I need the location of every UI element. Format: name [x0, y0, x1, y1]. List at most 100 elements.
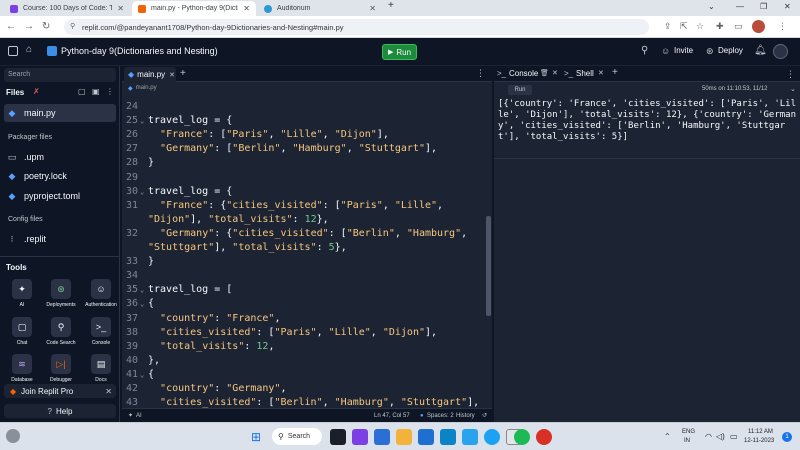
- clock-time[interactable]: 11:12 AM: [748, 429, 773, 435]
- file-poetry-lock[interactable]: ◆ poetry.lock: [6, 170, 67, 182]
- code-line[interactable]: 27 "Germany": ["Berlin", "Hamburg", "Stu…: [122, 142, 490, 156]
- zoom-icon[interactable]: [462, 429, 478, 445]
- back-icon[interactable]: ←: [6, 21, 16, 32]
- new-editor-tab-icon[interactable]: +: [180, 68, 186, 79]
- forward-icon[interactable]: →: [24, 21, 34, 32]
- teams-chat-icon[interactable]: [352, 429, 368, 445]
- battery-icon[interactable]: ▭: [730, 432, 738, 441]
- run-meta-chevron-icon[interactable]: ⌄: [790, 85, 796, 93]
- console-output[interactable]: [{'country': 'France', 'cities_visited':…: [498, 99, 796, 143]
- tools-header[interactable]: Tools: [6, 263, 27, 272]
- file-pyproject-toml[interactable]: ◆ pyproject.toml: [6, 190, 81, 202]
- volume-icon[interactable]: ◁): [716, 432, 725, 441]
- editor-scrollbar[interactable]: [486, 216, 491, 316]
- windows-start-icon[interactable]: ⊞: [251, 430, 261, 444]
- code-line[interactable]: 26 "France": ["Paris", "Lille", "Dijon"]…: [122, 128, 490, 142]
- home-icon[interactable]: ⌂: [26, 44, 32, 55]
- window-close-icon[interactable]: ✕: [784, 2, 791, 11]
- file-upm[interactable]: ▭ .upm: [6, 151, 44, 163]
- tab-console[interactable]: Console: [509, 69, 538, 78]
- tool-chat[interactable]: ▢ Chat: [5, 317, 39, 346]
- spotify-icon[interactable]: [514, 429, 530, 445]
- join-replit-pro-button[interactable]: ◆ Join Replit Pro ✕: [4, 384, 116, 398]
- code-line[interactable]: 35 ⌄ travel_log = [: [122, 283, 490, 297]
- code-line[interactable]: 30 ⌄ travel_log = {: [122, 185, 490, 199]
- tool-database[interactable]: ≋ Database: [5, 354, 39, 383]
- files-header[interactable]: Files: [6, 88, 24, 97]
- chrome-browser-icon[interactable]: [536, 429, 552, 445]
- language-top[interactable]: ENG: [682, 429, 695, 435]
- app-icon[interactable]: [440, 429, 456, 445]
- dismiss-icon[interactable]: ✕: [105, 387, 112, 396]
- reload-icon[interactable]: ↻: [42, 21, 50, 32]
- code-line[interactable]: 28}: [122, 156, 490, 170]
- file-explorer-icon[interactable]: [396, 429, 412, 445]
- close-icon[interactable]: ✕: [369, 4, 376, 13]
- show-hidden-icons-chevron-icon[interactable]: ⌃: [664, 432, 671, 441]
- clear-console-icon[interactable]: 🗑︎: [540, 69, 549, 77]
- indentation-setting[interactable]: Spaces: 2: [427, 413, 454, 419]
- edge-browser-icon[interactable]: [484, 429, 500, 445]
- code-line[interactable]: 34: [122, 269, 490, 283]
- browser-menu-icon[interactable]: ⋮: [778, 21, 787, 32]
- extensions-icon[interactable]: ✚: [716, 21, 724, 32]
- ai-status[interactable]: AI: [136, 413, 142, 419]
- install-app-icon[interactable]: ⇪: [664, 21, 672, 32]
- tool-deployments[interactable]: ⊛ Deployments: [44, 279, 78, 308]
- invite-button[interactable]: Invite: [674, 46, 693, 55]
- code-line[interactable]: 38 "cities_visited": ["Paris", "Lille", …: [122, 326, 490, 340]
- more-options-icon[interactable]: ⋮: [476, 68, 485, 79]
- fold-chevron-icon[interactable]: ⌄: [140, 297, 148, 311]
- chevron-down-icon[interactable]: ⌄: [196, 46, 203, 55]
- repl-name[interactable]: Python-day 9(Dictionaries and Nesting): [61, 46, 218, 56]
- code-line[interactable]: 24: [122, 100, 490, 114]
- new-console-tab-icon[interactable]: +: [612, 67, 618, 78]
- tool-authentication[interactable]: ☺ Authentication: [84, 279, 118, 308]
- tab-shell[interactable]: Shell: [576, 69, 594, 78]
- close-icon[interactable]: ✕: [552, 69, 558, 77]
- file-main-py[interactable]: ◆ main.py: [6, 107, 56, 119]
- code-line[interactable]: 40},: [122, 354, 490, 368]
- code-line[interactable]: 33}: [122, 255, 490, 269]
- tool-ai[interactable]: ✦ AI: [5, 279, 39, 308]
- code-line[interactable]: "Stuttgart"], "total_visits": 5},: [122, 241, 490, 255]
- new-tab-button[interactable]: +: [388, 0, 394, 11]
- file-replit[interactable]: ⁝ .replit: [6, 233, 46, 245]
- code-line[interactable]: 42 "country": "Germany",: [122, 382, 490, 396]
- weather-widget-icon[interactable]: [6, 429, 20, 443]
- sidebar-panel-icon[interactable]: ▭: [734, 21, 743, 32]
- close-icon[interactable]: ✕: [243, 4, 250, 13]
- code-line[interactable]: 37 "country": "France",: [122, 312, 490, 326]
- site-info-icon[interactable]: ⚲: [70, 22, 75, 30]
- tool-debugger[interactable]: ▷| Debugger: [44, 354, 78, 383]
- restore-icon[interactable]: ❐: [760, 2, 767, 11]
- tool-docs[interactable]: ▤ Docs: [84, 354, 118, 383]
- url-field[interactable]: ⚲ replit.com/@pandeyanant1708/Python-day…: [64, 19, 649, 35]
- fold-chevron-icon[interactable]: ⌄: [140, 368, 148, 382]
- sidebar-toggle-icon[interactable]: [8, 46, 18, 56]
- run-button[interactable]: ▶ Run: [382, 44, 417, 60]
- bookmark-star-icon[interactable]: ☆: [696, 21, 704, 32]
- fold-chevron-icon[interactable]: ⌄: [140, 185, 148, 199]
- close-icon[interactable]: ✕: [598, 69, 604, 77]
- app-icon[interactable]: [374, 429, 390, 445]
- code-line[interactable]: 39 "total_visits": 12,: [122, 340, 490, 354]
- browser-tab-course[interactable]: Course: 100 Days of Code: The C ✕: [4, 1, 130, 16]
- editor-tab-main-py[interactable]: ◆ main.py ✕: [124, 67, 176, 82]
- store-icon[interactable]: [418, 429, 434, 445]
- close-icon[interactable]: ✕: [169, 71, 175, 79]
- new-folder-icon[interactable]: ▣: [92, 87, 100, 96]
- notification-badge[interactable]: 1: [782, 432, 792, 442]
- history-button[interactable]: History: [456, 413, 475, 419]
- more-options-icon[interactable]: ⋮: [786, 69, 795, 80]
- minimize-icon[interactable]: —: [736, 2, 744, 11]
- browser-tab-main[interactable]: main.py - Python-day 9(Diction ✕: [132, 1, 256, 16]
- search-icon[interactable]: ⚲: [641, 45, 648, 56]
- tab-search-chevron-icon[interactable]: ⌄: [708, 2, 715, 11]
- fold-chevron-icon[interactable]: ⌄: [140, 283, 148, 297]
- taskbar-search-box[interactable]: ⚲ Search: [272, 428, 322, 445]
- user-avatar[interactable]: [773, 44, 788, 59]
- new-file-icon[interactable]: ▢: [78, 87, 86, 96]
- code-line[interactable]: 25 ⌄ travel_log = {: [122, 114, 490, 128]
- code-line[interactable]: 36 ⌄{: [122, 297, 490, 311]
